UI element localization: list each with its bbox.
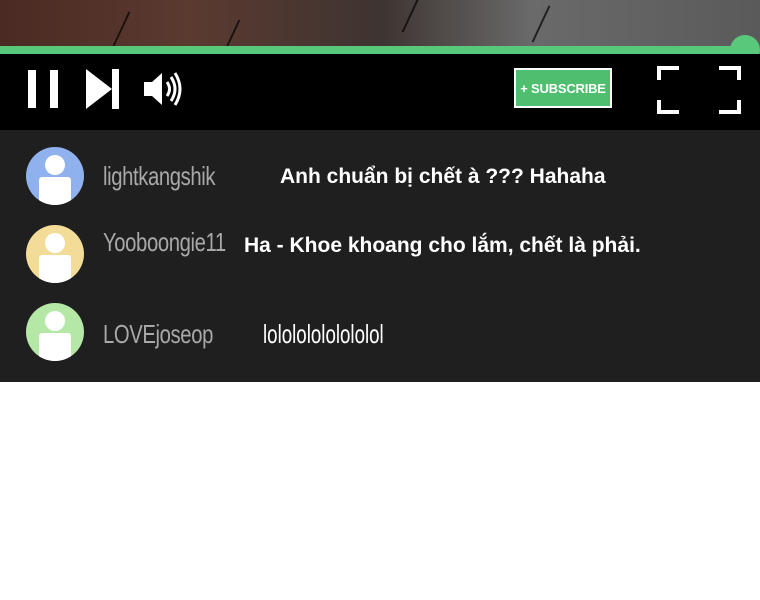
- volume-icon[interactable]: [142, 69, 184, 109]
- chat-message-text: Anh chuẩn bị chết à ??? Hahaha: [280, 165, 606, 188]
- avatar: [26, 225, 84, 283]
- pause-button[interactable]: [24, 54, 64, 130]
- subscribe-button[interactable]: + SUBSCRIBE: [514, 68, 612, 108]
- chat-message-text: lolololololololol: [263, 319, 384, 349]
- chat-panel: lightkangshik Anh chuẩn bị chết à ??? Ha…: [0, 130, 760, 382]
- fullscreen-icon[interactable]: [657, 66, 741, 114]
- skip-next-icon[interactable]: [86, 69, 120, 109]
- video-frame: [0, 0, 760, 50]
- chat-username[interactable]: Yooboongie11: [103, 227, 226, 258]
- chat-message: LOVEjoseop lolololololololol: [0, 303, 760, 363]
- chat-message: lightkangshik Anh chuẩn bị chết à ??? Ha…: [0, 147, 760, 207]
- progress-fill: [0, 46, 745, 54]
- chat-username[interactable]: lightkangshik: [103, 161, 216, 192]
- chat-username[interactable]: LOVEjoseop: [103, 319, 213, 350]
- subscribe-label: + SUBSCRIBE: [520, 80, 606, 96]
- progress-bar[interactable]: [0, 35, 760, 65]
- player-controls: + SUBSCRIBE: [0, 54, 760, 130]
- chat-message: Yooboongie11 Ha - Khoe khoang cho lắm, c…: [0, 225, 760, 285]
- chat-message-text: Ha - Khoe khoang cho lắm, chết là phải.: [244, 234, 641, 257]
- avatar: [26, 147, 84, 205]
- avatar: [26, 303, 84, 361]
